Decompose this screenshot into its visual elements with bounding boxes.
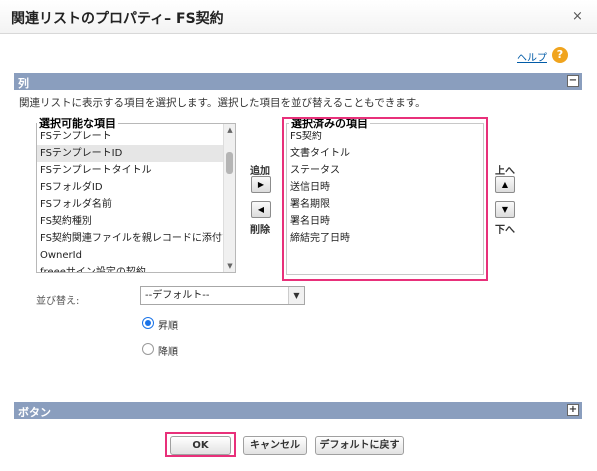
- list-item[interactable]: 署名期限: [287, 196, 483, 213]
- close-icon[interactable]: ×: [572, 9, 583, 24]
- sort-select-value: --デフォルト--: [145, 290, 210, 301]
- move-up-label: 上へ: [495, 166, 515, 177]
- list-item[interactable]: 締結完了日時: [287, 230, 483, 247]
- selected-fields-list[interactable]: FS契約 文書タイトル ステータス 送信日時 署名期限 署名日時 締結完了日時: [286, 123, 484, 275]
- add-label: 追加: [250, 166, 270, 177]
- collapse-icon[interactable]: −: [567, 75, 579, 87]
- list-item[interactable]: 署名日時: [287, 213, 483, 230]
- sort-descending-radio[interactable]: [142, 343, 154, 355]
- scroll-thumb[interactable]: [226, 152, 233, 174]
- move-down-label: 下へ: [495, 225, 515, 236]
- remove-button[interactable]: ◀: [251, 201, 271, 218]
- list-item[interactable]: FS契約関連ファイルを親レコードに添付す: [37, 230, 235, 247]
- expand-icon[interactable]: +: [567, 404, 579, 416]
- list-item[interactable]: ステータス: [287, 162, 483, 179]
- sort-descending-label[interactable]: 降順: [158, 343, 178, 358]
- list-item[interactable]: FSフォルダ名前: [37, 196, 235, 213]
- dialog-title: 関連リストのプロパティ– FS契約: [11, 11, 224, 27]
- selected-list-label: 選択済みの項目: [289, 115, 370, 131]
- scroll-down-icon[interactable]: ▼: [224, 260, 235, 272]
- remove-label: 削除: [250, 225, 270, 236]
- cancel-button[interactable]: キャンセル: [243, 436, 307, 455]
- list-item[interactable]: 送信日時: [287, 179, 483, 196]
- available-list-label: 選択可能な項目: [37, 115, 118, 131]
- help-link[interactable]: ヘルプ: [517, 49, 547, 64]
- list-item[interactable]: FSテンプレートタイトル: [37, 162, 235, 179]
- sort-ascending-label[interactable]: 昇順: [158, 317, 178, 332]
- arrow-up-icon: ▲: [501, 180, 509, 189]
- buttons-section-title: ボタン: [18, 406, 51, 419]
- sort-ascending-radio[interactable]: [142, 317, 154, 329]
- available-fields-list[interactable]: FSテンプレート FSテンプレートID FSテンプレートタイトル FSフォルダI…: [36, 123, 236, 273]
- buttons-section-header[interactable]: ボタン +: [14, 402, 582, 419]
- dialog-titlebar: 関連リストのプロパティ– FS契約 ×: [0, 0, 597, 34]
- arrow-down-icon: ▼: [501, 205, 509, 214]
- columns-description: 関連リストに表示する項目を選択します。選択した項目を並び替えることもできます。: [19, 97, 426, 109]
- sort-select[interactable]: --デフォルト-- ▼: [140, 286, 305, 305]
- scroll-up-icon[interactable]: ▲: [224, 124, 235, 136]
- arrow-right-icon: ▶: [257, 180, 265, 189]
- list-item[interactable]: FSフォルダID: [37, 179, 235, 196]
- ok-button[interactable]: OK: [170, 436, 231, 455]
- chevron-down-icon[interactable]: ▼: [288, 287, 304, 304]
- sort-label: 並び替え:: [36, 296, 80, 307]
- list-item[interactable]: OwnerId: [37, 247, 235, 264]
- move-up-button[interactable]: ▲: [495, 176, 515, 193]
- list-item[interactable]: FS契約種別: [37, 213, 235, 230]
- columns-section-title: 列: [18, 77, 29, 90]
- list-item[interactable]: freeeサイン設定の契約: [37, 264, 235, 272]
- reset-default-button[interactable]: デフォルトに戻す: [315, 436, 404, 455]
- available-list-scrollbar[interactable]: ▲ ▼: [223, 124, 235, 272]
- arrow-left-icon: ◀: [257, 205, 265, 214]
- add-button[interactable]: ▶: [251, 176, 271, 193]
- move-down-button[interactable]: ▼: [495, 201, 515, 218]
- list-item[interactable]: 文書タイトル: [287, 145, 483, 162]
- help-icon[interactable]: ?: [552, 47, 568, 63]
- columns-section-header[interactable]: 列 −: [14, 73, 582, 90]
- list-item[interactable]: FSテンプレートID: [37, 145, 235, 162]
